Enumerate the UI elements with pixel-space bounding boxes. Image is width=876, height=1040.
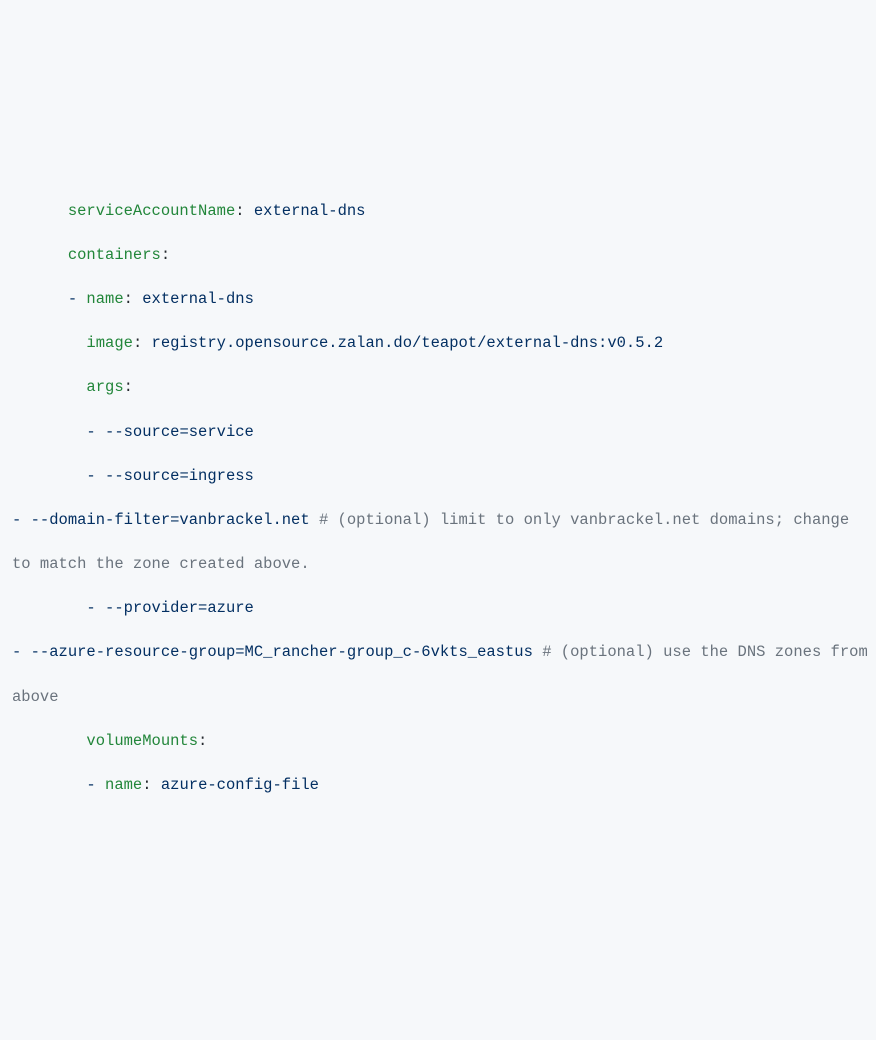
indent [12, 246, 68, 264]
colon: : [235, 202, 254, 220]
dash: - [86, 599, 105, 617]
code-line: - --source=service [12, 410, 876, 454]
code-line: image: registry.opensource.zalan.do/teap… [12, 321, 876, 365]
indent [12, 732, 86, 750]
yaml-value: azure-config-file [161, 776, 319, 794]
colon: : [198, 732, 207, 750]
indent [12, 423, 86, 441]
colon: : [124, 290, 143, 308]
indent [12, 290, 68, 308]
code-line: - name: external-dns [12, 277, 876, 321]
yaml-key: serviceAccountName [68, 202, 235, 220]
yaml-value: external-dns [142, 290, 254, 308]
dash: - [12, 643, 31, 661]
yaml-value: --provider=azure [105, 599, 254, 617]
yaml-value: --source=ingress [105, 467, 254, 485]
yaml-value: --domain-filter=vanbrackel.net [31, 511, 310, 529]
colon: : [161, 246, 170, 264]
code-line: args: [12, 365, 876, 409]
indent [12, 202, 68, 220]
code-line: - name: azure-config-file [12, 763, 876, 807]
indent [12, 599, 86, 617]
code-line: volumeMounts: [12, 719, 876, 763]
code-line: - --domain-filter=vanbrackel.net # (opti… [12, 498, 876, 586]
dash: - [86, 467, 105, 485]
indent [12, 334, 86, 352]
yaml-value: registry.opensource.zalan.do/teapot/exte… [152, 334, 664, 352]
code-line: - --azure-resource-group=MC_rancher-grou… [12, 630, 876, 718]
dash: - [86, 423, 105, 441]
indent [12, 467, 86, 485]
colon: : [124, 378, 133, 396]
yaml-key: volumeMounts [86, 732, 198, 750]
colon: : [142, 776, 161, 794]
code-line: - --provider=azure [12, 586, 876, 630]
yaml-value: --azure-resource-group=MC_rancher-group_… [31, 643, 533, 661]
yaml-key: containers [68, 246, 161, 264]
code-line: - --source=ingress [12, 454, 876, 498]
yaml-value: --source=service [105, 423, 254, 441]
indent [12, 378, 86, 396]
code-line: serviceAccountName: external-dns [12, 189, 876, 233]
yaml-key: args [86, 378, 123, 396]
yaml-key: image [86, 334, 133, 352]
dash: - [68, 290, 87, 308]
dash: - [86, 776, 105, 794]
yaml-key: name [105, 776, 142, 794]
dash: - [12, 511, 31, 529]
yaml-key: name [86, 290, 123, 308]
code-line: containers: [12, 233, 876, 277]
indent [12, 776, 86, 794]
yaml-value: external-dns [254, 202, 366, 220]
colon: : [133, 334, 152, 352]
